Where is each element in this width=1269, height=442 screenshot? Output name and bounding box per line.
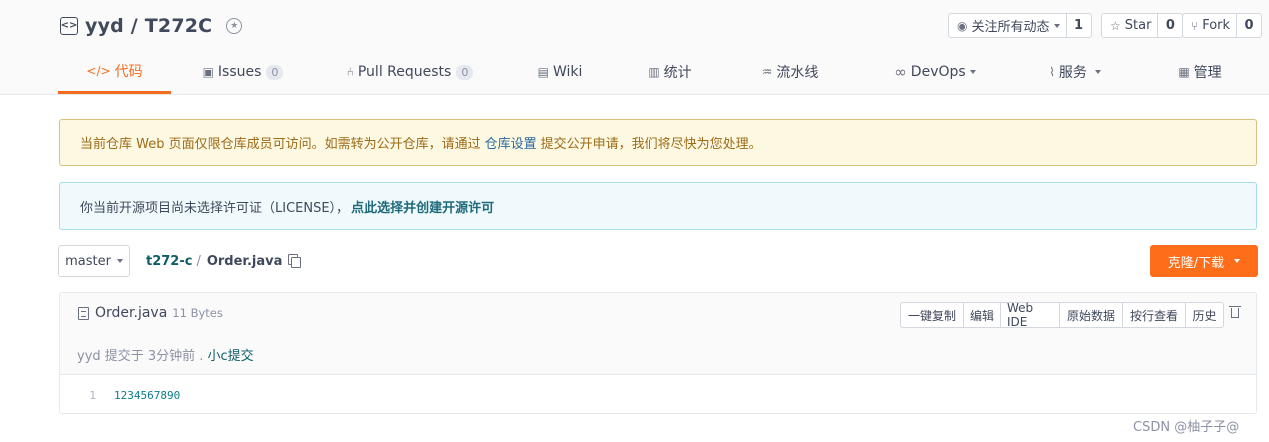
repo-code-icon: <>: [60, 17, 78, 35]
blame-button[interactable]: 按行查看: [1122, 303, 1185, 327]
fork-label: Fork: [1202, 18, 1231, 33]
trash-icon[interactable]: [1229, 305, 1241, 319]
star-label: Star: [1124, 18, 1152, 33]
breadcrumb-repo[interactable]: t272-c: [146, 254, 192, 269]
tab-label: Pull Requests: [357, 64, 452, 80]
commit-message-link[interactable]: 小c提交: [207, 349, 253, 364]
code-icon: </>: [86, 63, 111, 78]
copy-path-icon[interactable]: [288, 254, 302, 268]
repo-title-bar: <> yyd / T272C ★: [60, 12, 243, 40]
chevron-down-icon: [969, 70, 976, 74]
file-viewer: Order.java 11 Bytes 一键复制 编辑 Web IDE 原始数据…: [59, 292, 1257, 414]
tab-devops[interactable]: ∞ DevOps: [880, 50, 990, 94]
stats-icon: ▥: [648, 65, 660, 79]
file-header: Order.java 11 Bytes 一键复制 编辑 Web IDE 原始数据…: [60, 293, 1256, 375]
watch-label: 关注所有动态: [971, 20, 1050, 35]
repo-nav-tabs: </> 代码 ▣ Issues 0 ⑃ Pull Requests 0 ▤ Wiki ▥ 统计…: [0, 50, 1269, 94]
tab-label: Wiki: [552, 64, 583, 80]
clone-download-button[interactable]: 克隆/下载: [1150, 245, 1258, 277]
file-actions: 一键复制 编辑 Web IDE 原始数据 按行查看 历史: [900, 301, 1224, 329]
fork-icon: ⑂: [1191, 18, 1199, 33]
star-icon: ☆: [1110, 18, 1121, 33]
private-repo-alert: 当前仓库 Web 页面仅限仓库成员可访问。如需转为公开仓库，请通过 仓库设置 提…: [59, 119, 1257, 166]
manage-icon: ▦: [1178, 65, 1190, 79]
raw-button[interactable]: 原始数据: [1059, 303, 1122, 327]
branch-selector[interactable]: master: [58, 245, 130, 277]
star-button[interactable]: ☆ Star 0: [1101, 13, 1184, 38]
tab-code[interactable]: </> 代码: [58, 50, 171, 94]
tab-service[interactable]: ⌇ 服务: [1030, 50, 1120, 94]
clone-label: 克隆/下载: [1167, 255, 1225, 271]
tab-stats[interactable]: ▥ 统计: [630, 50, 710, 94]
watermark: CSDN @柚子子@: [1133, 420, 1240, 435]
history-button[interactable]: 历史: [1185, 303, 1223, 327]
chevron-down-icon: [116, 259, 123, 263]
line-number[interactable]: 1: [60, 389, 96, 402]
tab-label: 服务: [1058, 65, 1087, 81]
tab-pull-requests[interactable]: ⑃ Pull Requests 0: [330, 50, 490, 94]
chevron-down-icon: [1053, 23, 1060, 28]
line-code: 1234567890: [114, 388, 181, 402]
devops-icon: ∞: [894, 62, 907, 81]
alert-text: 当前仓库 Web 页面仅限仓库成员可访问。如需转为公开仓库，请通过: [80, 137, 481, 152]
commit-info: yyd 提交于 3分钟前 . 小c提交: [77, 345, 254, 364]
tab-label: 统计: [663, 65, 692, 81]
chevron-down-icon: [1234, 259, 1241, 263]
tab-label: 流水线: [776, 65, 819, 81]
service-icon: ⌇: [1049, 65, 1055, 79]
repo-badge-icon[interactable]: ★: [226, 18, 243, 34]
edit-button[interactable]: 编辑: [963, 303, 1000, 327]
tab-count: 0: [266, 64, 284, 80]
tab-label: 管理: [1193, 65, 1222, 81]
breadcrumb-separator: /: [196, 253, 201, 269]
star-count[interactable]: 0: [1157, 14, 1182, 37]
file-name: Order.java: [95, 305, 168, 321]
code-line: 1 1234567890: [60, 385, 1256, 405]
watch-button[interactable]: ◉ 关注所有动态 1: [948, 13, 1092, 38]
eye-icon: ◉: [957, 18, 968, 33]
commit-text: yyd 提交于 3分钟前 .: [77, 349, 204, 364]
chevron-down-icon: [1094, 70, 1101, 74]
repo-name[interactable]: yyd / T272C: [85, 15, 212, 37]
breadcrumb: t272-c / Order.java: [146, 245, 302, 277]
create-license-link[interactable]: 点此选择并创建开源许可: [351, 197, 494, 216]
file-size: 11 Bytes: [172, 306, 223, 320]
pull-request-icon: ⑃: [346, 65, 354, 79]
pipeline-icon: ♒: [761, 65, 773, 79]
copy-all-button[interactable]: 一键复制: [901, 303, 963, 327]
tab-label: 代码: [114, 63, 143, 80]
repo-settings-link[interactable]: 仓库设置: [485, 133, 537, 152]
issues-icon: ▣: [202, 65, 214, 79]
web-ide-button[interactable]: Web IDE: [1000, 301, 1059, 329]
alert-text: 提交公开申请，我们将尽快为您处理。: [540, 137, 762, 152]
license-alert: 你当前开源项目尚未选择许可证（LICENSE）， 点此选择并创建开源许可: [59, 182, 1257, 230]
repo-header: <> yyd / T272C ★ ◉ 关注所有动态 1 ☆ Star 0 ⑂ Fork…: [0, 0, 1269, 95]
alert-text: 你当前开源项目尚未选择许可证（LICENSE），: [80, 200, 350, 216]
tab-label: DevOps: [910, 64, 966, 80]
file-title: Order.java 11 Bytes: [78, 305, 223, 321]
tab-label: Issues: [217, 64, 262, 80]
file-icon: [78, 306, 89, 320]
breadcrumb-file: Order.java: [206, 253, 283, 269]
fork-button[interactable]: ⑂ Fork 0: [1182, 13, 1263, 38]
tab-manage[interactable]: ▦ 管理: [1160, 50, 1240, 94]
tab-count: 0: [456, 64, 474, 80]
fork-count[interactable]: 0: [1236, 14, 1261, 37]
watch-count[interactable]: 1: [1065, 14, 1091, 37]
wiki-icon: ▤: [537, 65, 549, 79]
tab-issues[interactable]: ▣ Issues 0: [188, 50, 298, 94]
branch-name: master: [65, 253, 111, 269]
tab-wiki[interactable]: ▤ Wiki: [520, 50, 600, 94]
tab-pipeline[interactable]: ♒ 流水线: [745, 50, 835, 94]
